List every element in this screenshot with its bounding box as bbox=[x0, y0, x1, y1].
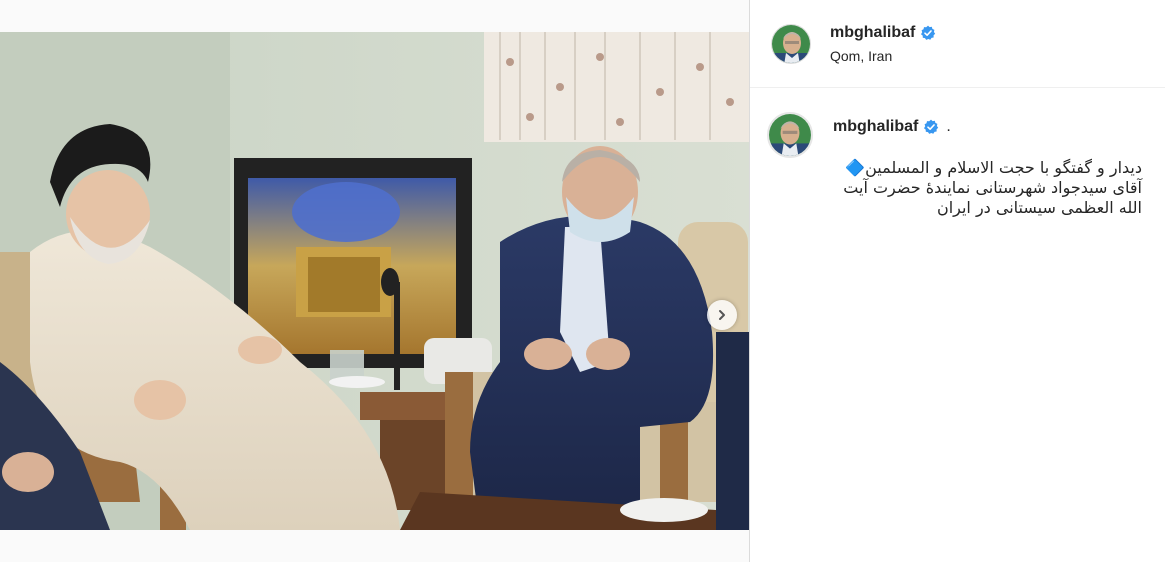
instagram-post: mbghalibaf Qom, Iran mbghalibaf . دیدار … bbox=[0, 0, 1165, 562]
verified-badge-icon bbox=[921, 25, 936, 40]
profile-photo bbox=[769, 114, 811, 156]
caption-text: دیدار و گفتگو با حجت الاسلام و المسلمین🔷… bbox=[843, 158, 1142, 217]
post-header: mbghalibaf Qom, Iran bbox=[750, 0, 1165, 88]
avatar[interactable] bbox=[767, 112, 813, 158]
post-location[interactable]: Qom, Iran bbox=[830, 48, 936, 64]
caption-comment: mbghalibaf . دیدار و گفتگو با حجت الاسلا… bbox=[767, 112, 1155, 218]
chevron-right-icon bbox=[719, 310, 725, 320]
post-side-panel: mbghalibaf Qom, Iran mbghalibaf . دیدار … bbox=[749, 0, 1165, 562]
header-username[interactable]: mbghalibaf bbox=[830, 24, 915, 42]
comment-username[interactable]: mbghalibaf bbox=[833, 118, 918, 136]
post-image[interactable] bbox=[0, 32, 749, 530]
carousel-next-button[interactable] bbox=[707, 300, 737, 330]
avatar[interactable] bbox=[771, 23, 811, 64]
verified-badge-icon bbox=[924, 119, 939, 134]
meeting-photo bbox=[0, 32, 749, 530]
profile-photo bbox=[772, 24, 810, 63]
comment-separator: . bbox=[946, 118, 951, 135]
